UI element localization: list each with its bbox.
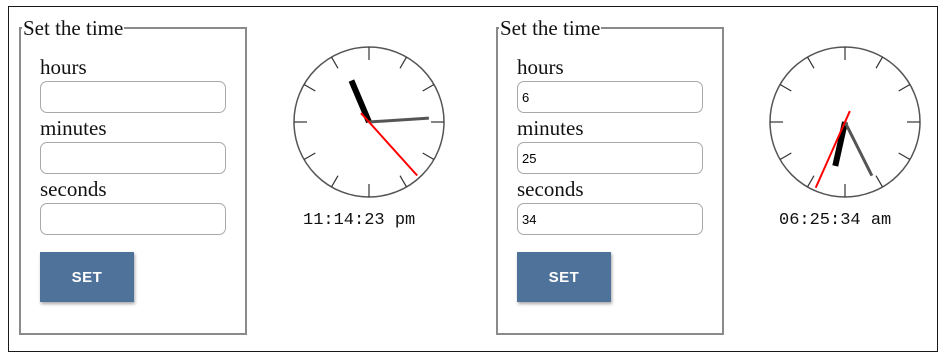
right-digital-time: 06:25:34 am: [779, 211, 892, 230]
right-seconds-input[interactable]: [517, 203, 703, 235]
right-minutes-label: minutes: [517, 116, 584, 140]
right-form-legend: Set the time: [500, 16, 601, 40]
right-hours-label: hours: [517, 55, 564, 79]
right-set-button[interactable]: SET: [517, 252, 611, 302]
right-clock-panel: Set the time hours minutes seconds SET 0…: [0, 0, 952, 358]
right-analog-clock: [769, 46, 921, 198]
right-seconds-label: seconds: [517, 177, 584, 201]
right-minutes-input[interactable]: [517, 142, 703, 174]
right-hours-input[interactable]: [517, 81, 703, 113]
